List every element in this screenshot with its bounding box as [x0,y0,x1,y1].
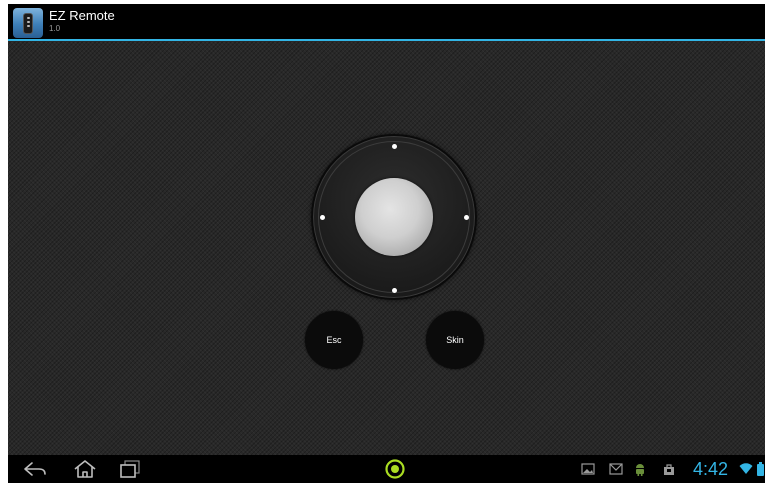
dpad-right-button[interactable] [464,215,469,220]
remote-app-icon[interactable] [13,8,43,38]
gallery-icon[interactable] [581,463,595,475]
dpad-left-button[interactable] [320,215,325,220]
skin-button-label: Skin [446,335,464,345]
back-icon[interactable] [22,459,48,479]
remote-icon-button [27,21,30,23]
skin-button[interactable]: Skin [426,311,484,369]
dpad [311,134,477,300]
wifi-icon[interactable] [739,462,753,475]
android-icon[interactable] [634,463,646,476]
app-title: EZ Remote [49,8,115,23]
status-clock[interactable]: 4:42 [693,458,728,480]
esc-button[interactable]: Esc [305,311,363,369]
remote-icon-button [27,17,30,19]
remote-panel: Esc Skin [8,41,765,455]
dpad-select-button[interactable] [355,178,433,256]
battery-icon[interactable] [757,462,764,476]
shopping-bag-icon[interactable] [663,463,675,476]
esc-button-label: Esc [326,335,342,345]
dpad-up-button[interactable] [392,144,397,149]
remote-icon-button [27,25,30,27]
gmail-icon[interactable] [609,463,623,475]
screen: EZ Remote 1.0 Esc Skin 4:42 [8,4,765,483]
system-navigation-bar: 4:42 [8,455,765,483]
action-bar: EZ Remote 1.0 [8,4,765,41]
home-icon[interactable] [72,459,98,479]
dpad-down-button[interactable] [392,288,397,293]
recent-apps-icon[interactable] [119,459,141,479]
remote-icon-body [23,13,33,34]
app-version: 1.0 [49,24,61,33]
app-launcher-icon[interactable] [384,458,406,480]
